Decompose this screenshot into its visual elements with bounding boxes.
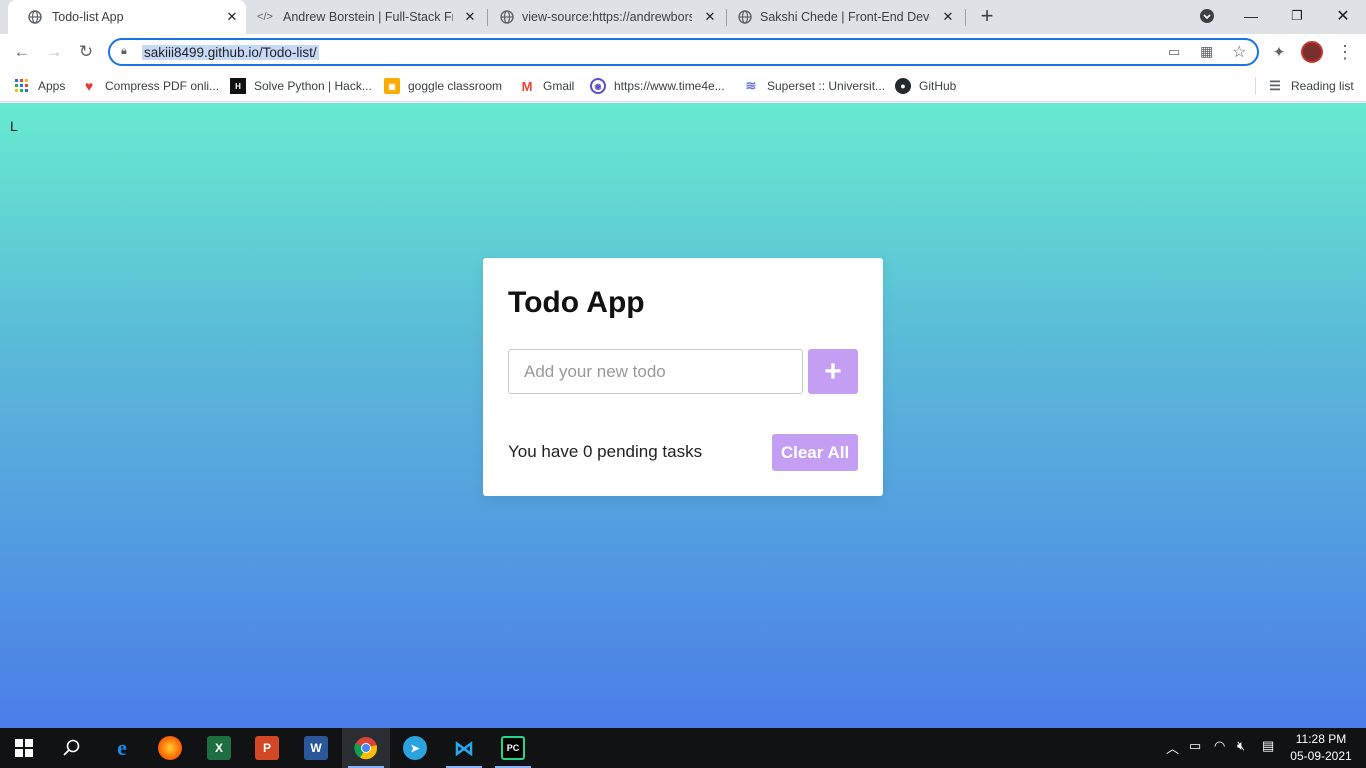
bookmark-apps[interactable]: Apps bbox=[14, 77, 65, 95]
bookmark-label: Superset :: Universit... bbox=[767, 79, 886, 93]
reading-list-label: Reading list bbox=[1291, 79, 1354, 93]
qr-code-icon[interactable]: ▦ bbox=[1200, 43, 1213, 60]
tab-strip: Todo-list App ✕ </> Andrew Borstein | Fu… bbox=[0, 0, 1366, 34]
gmail-icon: M bbox=[521, 78, 533, 94]
apps-grid-icon bbox=[14, 78, 30, 94]
page-title: Todo App bbox=[508, 286, 645, 319]
bookmark-label: GitHub bbox=[919, 79, 957, 93]
tab-search-icon[interactable] bbox=[1184, 0, 1230, 32]
word-icon[interactable]: W bbox=[292, 728, 340, 768]
bookmark-github[interactable]: ● GitHub bbox=[895, 77, 956, 95]
bookmark-hackerrank[interactable]: H Solve Python | Hack... bbox=[230, 77, 372, 95]
todo-input[interactable] bbox=[508, 349, 803, 394]
bookmark-label: goggle classroom bbox=[408, 79, 503, 93]
tab-separator bbox=[726, 9, 727, 26]
speaker-muted-icon[interactable]: 🔇︎ bbox=[1237, 738, 1245, 754]
close-window-icon[interactable]: ✕ bbox=[1320, 0, 1366, 32]
heart-icon: ♥ bbox=[84, 78, 94, 94]
tab-andrew-borstein[interactable]: </> Andrew Borstein | Full-Stack Fron ✕ bbox=[246, 0, 486, 34]
globe-icon bbox=[500, 10, 514, 24]
powerpoint-icon[interactable]: P bbox=[243, 728, 291, 768]
superset-icon: ≋ bbox=[745, 78, 757, 93]
bookmark-divider bbox=[1255, 77, 1256, 95]
bookmarks-bar: Apps ♥ Compress PDF onli... H Solve Pyth… bbox=[0, 70, 1366, 102]
avatar[interactable] bbox=[1299, 40, 1325, 64]
github-icon: ● bbox=[895, 78, 911, 94]
page-viewport: L Todo App + You have 0 pending tasks Cl… bbox=[0, 103, 1366, 728]
battery-icon[interactable]: ▭ bbox=[1189, 738, 1201, 754]
todo-card: Todo App + You have 0 pending tasks Clea… bbox=[483, 258, 883, 496]
reading-list-button[interactable]: ☰ Reading list bbox=[1267, 77, 1354, 95]
bookmark-label: Gmail bbox=[543, 79, 575, 93]
bookmark-classroom[interactable]: ▣ goggle classroom bbox=[384, 77, 502, 95]
lock-icon: 🔒︎ bbox=[121, 45, 127, 57]
back-icon[interactable]: ← bbox=[9, 40, 35, 64]
bookmark-gmail[interactable]: M Gmail bbox=[519, 77, 575, 95]
telegram-icon[interactable]: ➤ bbox=[391, 728, 439, 768]
chrome-icon[interactable] bbox=[342, 728, 390, 768]
bookmark-label: https://www.time4e... bbox=[614, 79, 725, 93]
close-icon[interactable]: ✕ bbox=[224, 9, 240, 25]
bookmark-label: Solve Python | Hack... bbox=[254, 79, 372, 93]
address-bar[interactable]: 🔒︎ sakiii8499.github.io/Todo-list/ ▭ ▦ ☆ bbox=[108, 38, 1259, 66]
notification-icon[interactable]: ▤ bbox=[1262, 738, 1274, 754]
tab-separator bbox=[965, 9, 966, 26]
time4e-icon: ◉ bbox=[590, 78, 606, 94]
minimize-icon[interactable]: — bbox=[1228, 0, 1274, 32]
new-tab-icon[interactable]: + bbox=[974, 3, 1000, 28]
edge-icon[interactable]: e bbox=[98, 728, 146, 768]
tab-label: Todo-list App bbox=[52, 10, 124, 24]
bookmark-compress-pdf[interactable]: ♥ Compress PDF onli... bbox=[81, 77, 219, 95]
tab-label: Andrew Borstein | Full-Stack Fron bbox=[283, 10, 453, 24]
url-text[interactable]: sakiii8499.github.io/Todo-list/ bbox=[142, 45, 319, 60]
clear-all-button[interactable]: Clear All bbox=[772, 434, 858, 471]
start-icon[interactable] bbox=[0, 728, 48, 768]
pending-tasks-text: You have 0 pending tasks bbox=[508, 442, 703, 461]
bookmark-label: Compress PDF onli... bbox=[105, 79, 220, 93]
tab-view-source[interactable]: view-source:https://andrewborst ✕ bbox=[488, 0, 726, 34]
forward-icon[interactable]: → bbox=[41, 40, 67, 64]
clock-time: 11:28 PM bbox=[1295, 732, 1347, 746]
classroom-icon: ▣ bbox=[384, 78, 400, 94]
pycharm-icon[interactable]: PC bbox=[489, 728, 537, 768]
vscode-icon[interactable]: ⋈ bbox=[440, 728, 488, 768]
tab-label: view-source:https://andrewborst bbox=[522, 10, 692, 24]
bookmark-star-icon[interactable]: ☆ bbox=[1232, 42, 1246, 62]
restore-icon[interactable]: ❐ bbox=[1274, 0, 1320, 32]
bookmark-time4e[interactable]: ◉ https://www.time4e... bbox=[590, 77, 725, 95]
tab-sakshi-chede[interactable]: Sakshi Chede | Front-End Develo ✕ bbox=[728, 0, 964, 34]
close-icon[interactable]: ✕ bbox=[462, 9, 478, 25]
code-icon: </> bbox=[257, 11, 273, 23]
firefox-icon[interactable] bbox=[146, 728, 194, 768]
hackerrank-icon: H bbox=[230, 78, 246, 94]
add-todo-button[interactable]: + bbox=[808, 349, 858, 394]
close-icon[interactable]: ✕ bbox=[702, 9, 718, 25]
stray-text: L bbox=[10, 118, 18, 134]
wifi-icon[interactable]: ◠ bbox=[1214, 738, 1225, 754]
excel-icon[interactable]: X bbox=[195, 728, 243, 768]
chevron-up-icon[interactable]: ︿ bbox=[1166, 738, 1179, 757]
clock-date: 05-09-2021 bbox=[1290, 749, 1352, 763]
reload-icon[interactable]: ↻ bbox=[73, 40, 99, 64]
close-icon[interactable]: ✕ bbox=[940, 9, 956, 25]
search-icon[interactable] bbox=[48, 728, 96, 768]
reading-list-icon: ☰ bbox=[1269, 78, 1281, 93]
menu-icon[interactable]: ⋮ bbox=[1332, 40, 1358, 64]
bookmark-label: Apps bbox=[38, 79, 66, 93]
taskbar-clock[interactable]: 11:28 PM 05-09-2021 bbox=[1290, 731, 1352, 765]
tab-label: Sakshi Chede | Front-End Develo bbox=[760, 10, 930, 24]
globe-icon bbox=[738, 10, 752, 24]
bookmark-superset[interactable]: ≋ Superset :: Universit... bbox=[743, 77, 886, 95]
extensions-icon[interactable]: ✦ bbox=[1266, 40, 1292, 64]
tab-todo-list-app[interactable]: Todo-list App ✕ bbox=[8, 0, 246, 34]
globe-icon bbox=[28, 10, 42, 24]
windows-taskbar: e X P W ➤ ⋈ PC ︿ ▭ ◠ 🔇︎ ▤ 11:28 PM 05-09… bbox=[0, 728, 1366, 768]
cast-icon[interactable]: ▭ bbox=[1168, 44, 1180, 60]
